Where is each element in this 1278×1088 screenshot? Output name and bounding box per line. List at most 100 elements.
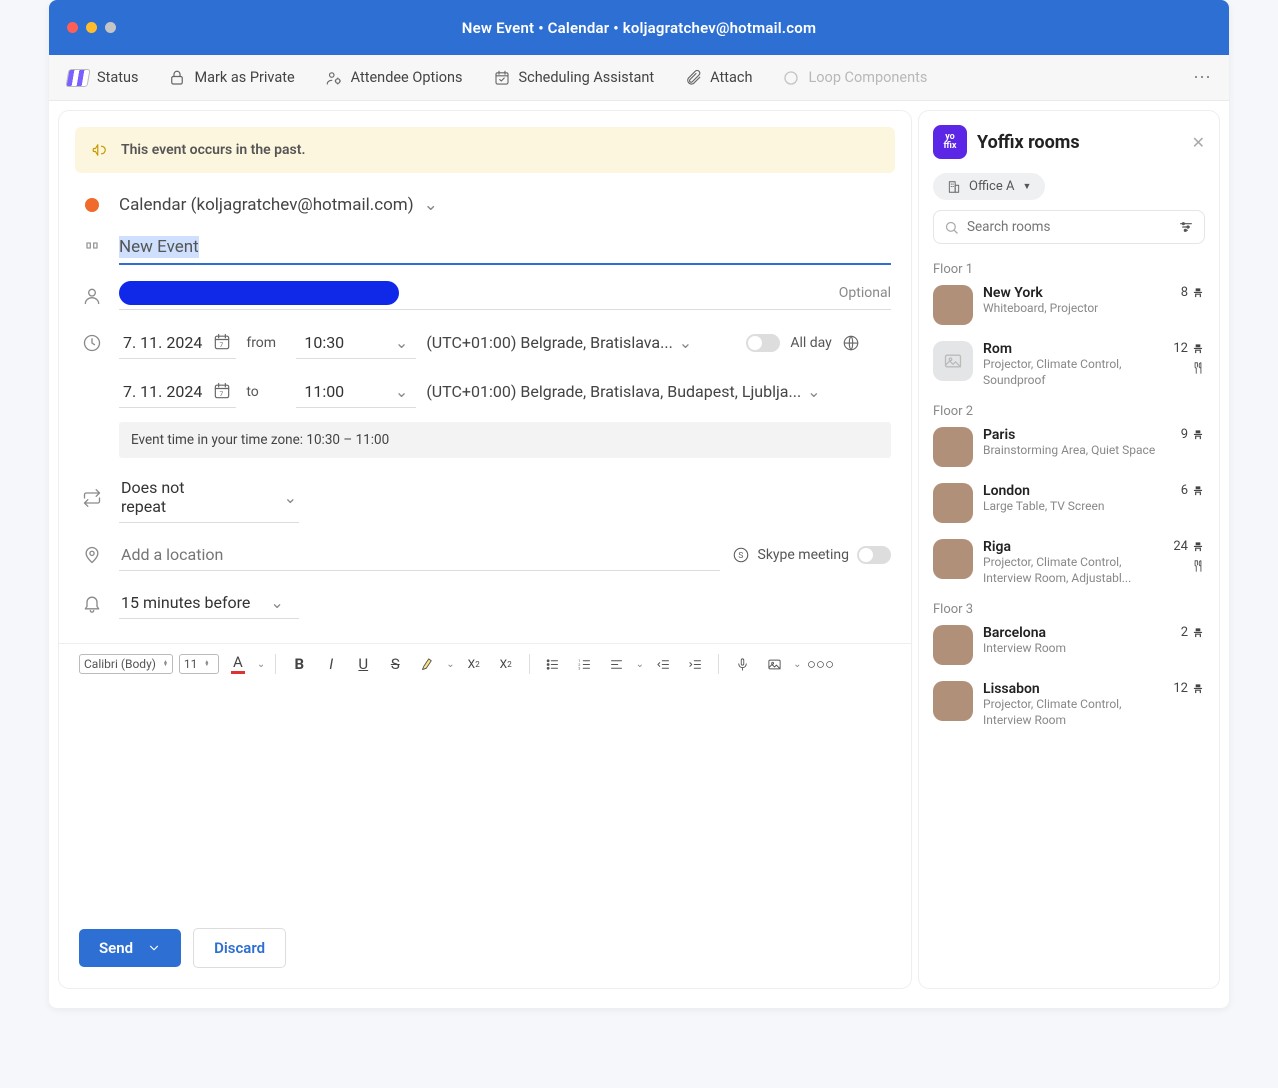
- filter-icon[interactable]: [1178, 219, 1194, 235]
- room-search[interactable]: [933, 210, 1205, 244]
- room-capacity: 6: [1181, 483, 1205, 498]
- reminder-value: 15 minutes before: [121, 593, 250, 612]
- minimize-window-icon[interactable]: [86, 22, 97, 33]
- highlight-button[interactable]: [414, 652, 440, 676]
- globe-icon[interactable]: [842, 334, 860, 352]
- location-input[interactable]: [119, 539, 720, 571]
- event-description-editor[interactable]: [59, 684, 911, 904]
- window-title: New Event • Calendar • koljagratchev@hot…: [65, 19, 1213, 37]
- underline-button[interactable]: U: [350, 652, 376, 676]
- chevron-down-icon: ⌄: [807, 382, 820, 401]
- room-meta: Whiteboard, Projector: [983, 301, 1171, 317]
- close-window-icon[interactable]: [67, 22, 78, 33]
- chevron-down-icon[interactable]: ⌄: [636, 659, 644, 670]
- room-thumb: [933, 625, 973, 665]
- align-button[interactable]: [604, 652, 630, 676]
- font-color-button[interactable]: A: [225, 652, 251, 676]
- paperclip-icon: [684, 69, 702, 87]
- room-capacity: 24: [1173, 539, 1205, 554]
- ribbon-attach-label: Attach: [710, 69, 752, 86]
- room-capacity: 9: [1181, 427, 1205, 442]
- room-thumb: [933, 341, 973, 381]
- floor-label: Floor 3: [933, 602, 1205, 617]
- insert-picture-button[interactable]: [761, 652, 787, 676]
- indent-button[interactable]: [682, 652, 708, 676]
- close-panel-button[interactable]: ✕: [1192, 133, 1205, 152]
- building-icon: [947, 180, 961, 194]
- room-catering: [1191, 360, 1205, 379]
- maximize-window-icon[interactable]: [105, 22, 116, 33]
- ribbon-loop-label: Loop Components: [808, 69, 927, 86]
- ribbon-attendee-options[interactable]: Attendee Options: [325, 69, 463, 87]
- optional-attendees-link[interactable]: Optional: [839, 285, 891, 301]
- end-tz-value: (UTC+01:00) Belgrade, Bratislava, Budape…: [426, 382, 801, 401]
- ribbon-more[interactable]: ⋯: [1193, 67, 1211, 88]
- ribbon-attach[interactable]: Attach: [684, 69, 752, 87]
- svg-text:3: 3: [578, 666, 580, 670]
- room-item[interactable]: BarcelonaInterview Room2: [933, 625, 1205, 665]
- superscript-button[interactable]: X2: [461, 652, 487, 676]
- end-date-picker[interactable]: 7. 11. 2024 7: [119, 375, 236, 408]
- bulleted-list-button[interactable]: [540, 652, 566, 676]
- event-title-input[interactable]: New Event: [119, 231, 891, 265]
- discard-button[interactable]: Discard: [193, 928, 286, 968]
- more-formatting-button[interactable]: ○○○: [807, 652, 833, 676]
- ribbon-loop-components[interactable]: Loop Components: [782, 69, 927, 87]
- building-value: Office A: [969, 179, 1014, 194]
- room-item[interactable]: New YorkWhiteboard, Projector8: [933, 285, 1205, 325]
- start-tz-value: (UTC+01:00) Belgrade, Bratislava...: [426, 333, 672, 352]
- bold-button[interactable]: B: [286, 652, 312, 676]
- send-button[interactable]: Send: [79, 929, 181, 967]
- calendar-select-label: Calendar (koljagratchev@hotmail.com): [119, 195, 414, 215]
- ribbon-scheduling-assistant[interactable]: Scheduling Assistant: [493, 69, 655, 87]
- svg-text:7: 7: [220, 390, 224, 398]
- repeat-select[interactable]: Does not repeat ⌄: [119, 472, 299, 523]
- room-meta: Brainstorming Area, Quiet Space: [983, 443, 1171, 459]
- room-search-input[interactable]: [967, 219, 1170, 235]
- subscript-button[interactable]: X2: [493, 652, 519, 676]
- catering-icon: [1191, 361, 1205, 375]
- repeat-value: Does not repeat: [121, 478, 224, 516]
- numbered-list-button[interactable]: 123: [572, 652, 598, 676]
- end-time-picker[interactable]: 11:00 ⌄: [296, 376, 416, 408]
- room-item[interactable]: ParisBrainstorming Area, Quiet Space9: [933, 427, 1205, 467]
- room-item[interactable]: RomProjector, Climate Control, Soundproo…: [933, 341, 1205, 388]
- end-timezone-select[interactable]: (UTC+01:00) Belgrade, Bratislava, Budape…: [426, 382, 846, 401]
- start-time-picker[interactable]: 10:30 ⌄: [296, 327, 416, 359]
- event-form: This event occurs in the past. Calendar …: [59, 111, 911, 988]
- room-item[interactable]: LondonLarge Table, TV Screen6: [933, 483, 1205, 523]
- calendar-color-dot: [85, 198, 99, 212]
- people-gear-icon: [325, 69, 343, 87]
- start-date-picker[interactable]: 7. 11. 2024 7: [119, 326, 236, 359]
- chevron-down-icon: ⌄: [679, 333, 692, 352]
- bell-icon: [82, 593, 102, 613]
- yoffix-rooms-panel: yoffix Yoffix rooms ✕ Office A ▼ Floor 1…: [919, 111, 1219, 988]
- chevron-down-icon[interactable]: ⌄: [446, 659, 454, 670]
- room-thumb: [933, 427, 973, 467]
- font-size-select[interactable]: 11▲▼: [179, 654, 219, 674]
- attendee-chip[interactable]: [119, 281, 399, 305]
- italic-button[interactable]: I: [318, 652, 344, 676]
- font-family-select[interactable]: Calibri (Body)▲▼: [79, 654, 173, 674]
- reminder-select[interactable]: 15 minutes before ⌄: [119, 587, 299, 619]
- seat-icon: [1191, 286, 1205, 300]
- outdent-button[interactable]: [650, 652, 676, 676]
- seat-icon: [1191, 540, 1205, 554]
- room-item[interactable]: RigaProjector, Climate Control, Intervie…: [933, 539, 1205, 586]
- start-timezone-select[interactable]: (UTC+01:00) Belgrade, Bratislava... ⌄: [426, 333, 736, 352]
- room-item[interactable]: LissabonProjector, Climate Control, Inte…: [933, 681, 1205, 728]
- all-day-toggle[interactable]: [746, 334, 780, 352]
- ribbon-mark-private[interactable]: Mark as Private: [168, 69, 294, 87]
- status-icon: [65, 69, 90, 87]
- calendar-select[interactable]: Calendar (koljagratchev@hotmail.com) ⌄: [119, 195, 891, 215]
- ribbon-status[interactable]: Status: [67, 69, 138, 87]
- strike-button[interactable]: S: [382, 652, 408, 676]
- dictate-button[interactable]: [729, 652, 755, 676]
- seat-icon: [1191, 626, 1205, 640]
- chevron-down-icon[interactable]: ⌄: [793, 659, 801, 670]
- building-select[interactable]: Office A ▼: [933, 173, 1045, 200]
- chevron-down-icon[interactable]: ⌄: [257, 659, 265, 670]
- image-placeholder-icon: [943, 351, 963, 371]
- floor-label: Floor 2: [933, 404, 1205, 419]
- skype-toggle[interactable]: [857, 546, 891, 564]
